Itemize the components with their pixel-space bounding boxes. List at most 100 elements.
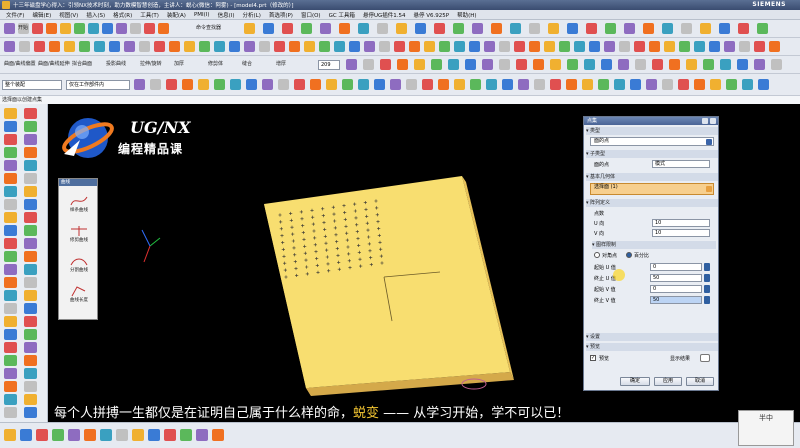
toolbar-tool-icon[interactable] xyxy=(139,41,150,52)
end-v-spinner[interactable] xyxy=(704,296,710,304)
menu-item[interactable]: 信息(I) xyxy=(214,11,239,19)
toolbar-tool-icon[interactable] xyxy=(678,79,689,90)
toolbar-tool-icon[interactable] xyxy=(4,41,15,52)
toolbar-tool-icon[interactable] xyxy=(726,79,737,90)
v-count-input[interactable]: 10 xyxy=(652,229,710,237)
toolbar-tool-icon[interactable] xyxy=(397,59,408,70)
toolbar-tool-icon[interactable] xyxy=(304,41,315,52)
surface-tool-button[interactable]: 曲面/曲线偏置 xyxy=(4,60,36,67)
toolbar-tool-icon[interactable] xyxy=(434,23,445,34)
preview-checkbox[interactable]: ✓ xyxy=(590,355,596,361)
dock-tool-icon[interactable] xyxy=(4,342,17,353)
toolbar-tool-icon[interactable] xyxy=(589,41,600,52)
menu-item[interactable]: 窗口(O) xyxy=(297,11,325,19)
toolbar-tool-icon[interactable] xyxy=(694,79,705,90)
menu-item[interactable]: 工具(T) xyxy=(136,11,163,19)
toolbar-tool-icon[interactable] xyxy=(486,79,497,90)
toolbar-tool-icon[interactable] xyxy=(754,59,765,70)
toolbar-tool-icon[interactable] xyxy=(614,79,625,90)
toolbar-tool-icon[interactable] xyxy=(550,79,561,90)
dock-tool-icon[interactable] xyxy=(4,290,17,301)
toolbar-tool-icon[interactable] xyxy=(544,41,555,52)
start-menu-label[interactable]: 开始 xyxy=(18,24,28,31)
view-tool-icon[interactable] xyxy=(180,429,192,441)
toolbar-tool-icon[interactable] xyxy=(4,23,15,34)
view-tool-icon[interactable] xyxy=(148,429,160,441)
dock-tool-icon[interactable] xyxy=(4,277,17,288)
toolbar-tool-icon[interactable] xyxy=(491,23,502,34)
dock-tool-icon[interactable] xyxy=(4,238,17,249)
dock-tool-icon[interactable] xyxy=(4,355,17,366)
toolbar-tool-icon[interactable] xyxy=(710,79,721,90)
toolbar-tool-icon[interactable] xyxy=(510,23,521,34)
toolbar-tool-icon[interactable] xyxy=(533,59,544,70)
surface-tool-button[interactable]: 增厚 xyxy=(276,60,286,67)
toolbar-tool-icon[interactable] xyxy=(130,23,141,34)
toolbar-tool-icon[interactable] xyxy=(379,41,390,52)
toolbar-tool-icon[interactable] xyxy=(377,23,388,34)
toolbar-tool-icon[interactable] xyxy=(635,59,646,70)
toolbar-tool-icon[interactable] xyxy=(470,79,481,90)
toolbar-tool-icon[interactable] xyxy=(709,41,720,52)
toolbar-tool-icon[interactable] xyxy=(282,23,293,34)
toolbar-tool-icon[interactable] xyxy=(548,23,559,34)
subtype-dropdown[interactable]: 模式 xyxy=(652,160,710,168)
toolbar-tool-icon[interactable] xyxy=(649,41,660,52)
menu-item[interactable]: PMI(I) xyxy=(190,12,214,18)
toolbar-tool-icon[interactable] xyxy=(262,79,273,90)
toolbar-tool-icon[interactable] xyxy=(567,23,578,34)
toolbar-tool-icon[interactable] xyxy=(472,23,483,34)
selection-filter-dropdown[interactable]: 整个装配 xyxy=(2,80,62,90)
surface-tool-button[interactable]: 加厚 xyxy=(174,60,184,67)
toolbar-tool-icon[interactable] xyxy=(771,59,782,70)
start-v-spinner[interactable] xyxy=(704,285,710,293)
toolbar-tool-icon[interactable] xyxy=(214,79,225,90)
toolbar-tool-icon[interactable] xyxy=(390,79,401,90)
toolbar-tool-icon[interactable] xyxy=(739,41,750,52)
type-select[interactable]: 面的点 xyxy=(590,137,714,146)
scope-dropdown[interactable]: 仅在工作部件内 xyxy=(66,80,130,90)
toolbar-tool-icon[interactable] xyxy=(134,79,145,90)
pattern-limits-header[interactable]: 图样限制 xyxy=(592,241,716,249)
dock-tool-icon[interactable] xyxy=(24,212,37,223)
view-tool-icon[interactable] xyxy=(116,429,128,441)
toolbar-tool-icon[interactable] xyxy=(94,41,105,52)
toolbar-tool-icon[interactable] xyxy=(439,41,450,52)
toolbar-tool-icon[interactable] xyxy=(662,23,673,34)
dock-tool-icon[interactable] xyxy=(4,368,17,379)
u-count-input[interactable]: 10 xyxy=(652,219,710,227)
view-tool-icon[interactable] xyxy=(52,429,64,441)
start-u-input[interactable]: 0 xyxy=(650,263,702,271)
toolbar-tool-icon[interactable] xyxy=(469,41,480,52)
toolbar-tool-icon[interactable] xyxy=(263,23,274,34)
dock-tool-icon[interactable] xyxy=(4,212,17,223)
menu-item[interactable]: 格式(R) xyxy=(109,11,136,19)
toolbar-tool-icon[interactable] xyxy=(289,41,300,52)
start-v-input[interactable]: 0 xyxy=(650,285,702,293)
toolbar-tool-icon[interactable] xyxy=(363,59,374,70)
dock-tool-icon[interactable] xyxy=(24,199,37,210)
toolbar-tool-icon[interactable] xyxy=(342,79,353,90)
toolbar-tool-icon[interactable] xyxy=(259,41,270,52)
toolbar-tool-icon[interactable] xyxy=(652,59,663,70)
toolbar-tool-icon[interactable] xyxy=(320,23,331,34)
toolbar-tool-icon[interactable] xyxy=(109,41,120,52)
dock-tool-icon[interactable] xyxy=(24,342,37,353)
preview-header[interactable]: 预览 xyxy=(586,343,718,351)
toolbar-tool-icon[interactable] xyxy=(634,41,645,52)
toolbar-tool-icon[interactable] xyxy=(380,59,391,70)
command-finder-label[interactable]: 命令查找器 xyxy=(196,24,221,31)
toolbar-tool-icon[interactable] xyxy=(694,41,705,52)
toolbar-tool-icon[interactable] xyxy=(669,59,680,70)
dock-tool-icon[interactable] xyxy=(4,381,17,392)
menu-item[interactable]: 编辑(E) xyxy=(28,11,55,19)
toolbar-tool-icon[interactable] xyxy=(686,59,697,70)
toolbar-tool-icon[interactable] xyxy=(422,79,433,90)
apply-button[interactable]: 应用 xyxy=(654,377,682,386)
end-v-input[interactable]: 50 xyxy=(650,296,702,304)
start-u-spinner[interactable] xyxy=(704,263,710,271)
toolbar-tool-icon[interactable] xyxy=(499,41,510,52)
toolbar-tool-icon[interactable] xyxy=(566,79,577,90)
toolbar-tool-icon[interactable] xyxy=(229,41,240,52)
view-tool-icon[interactable] xyxy=(36,429,48,441)
